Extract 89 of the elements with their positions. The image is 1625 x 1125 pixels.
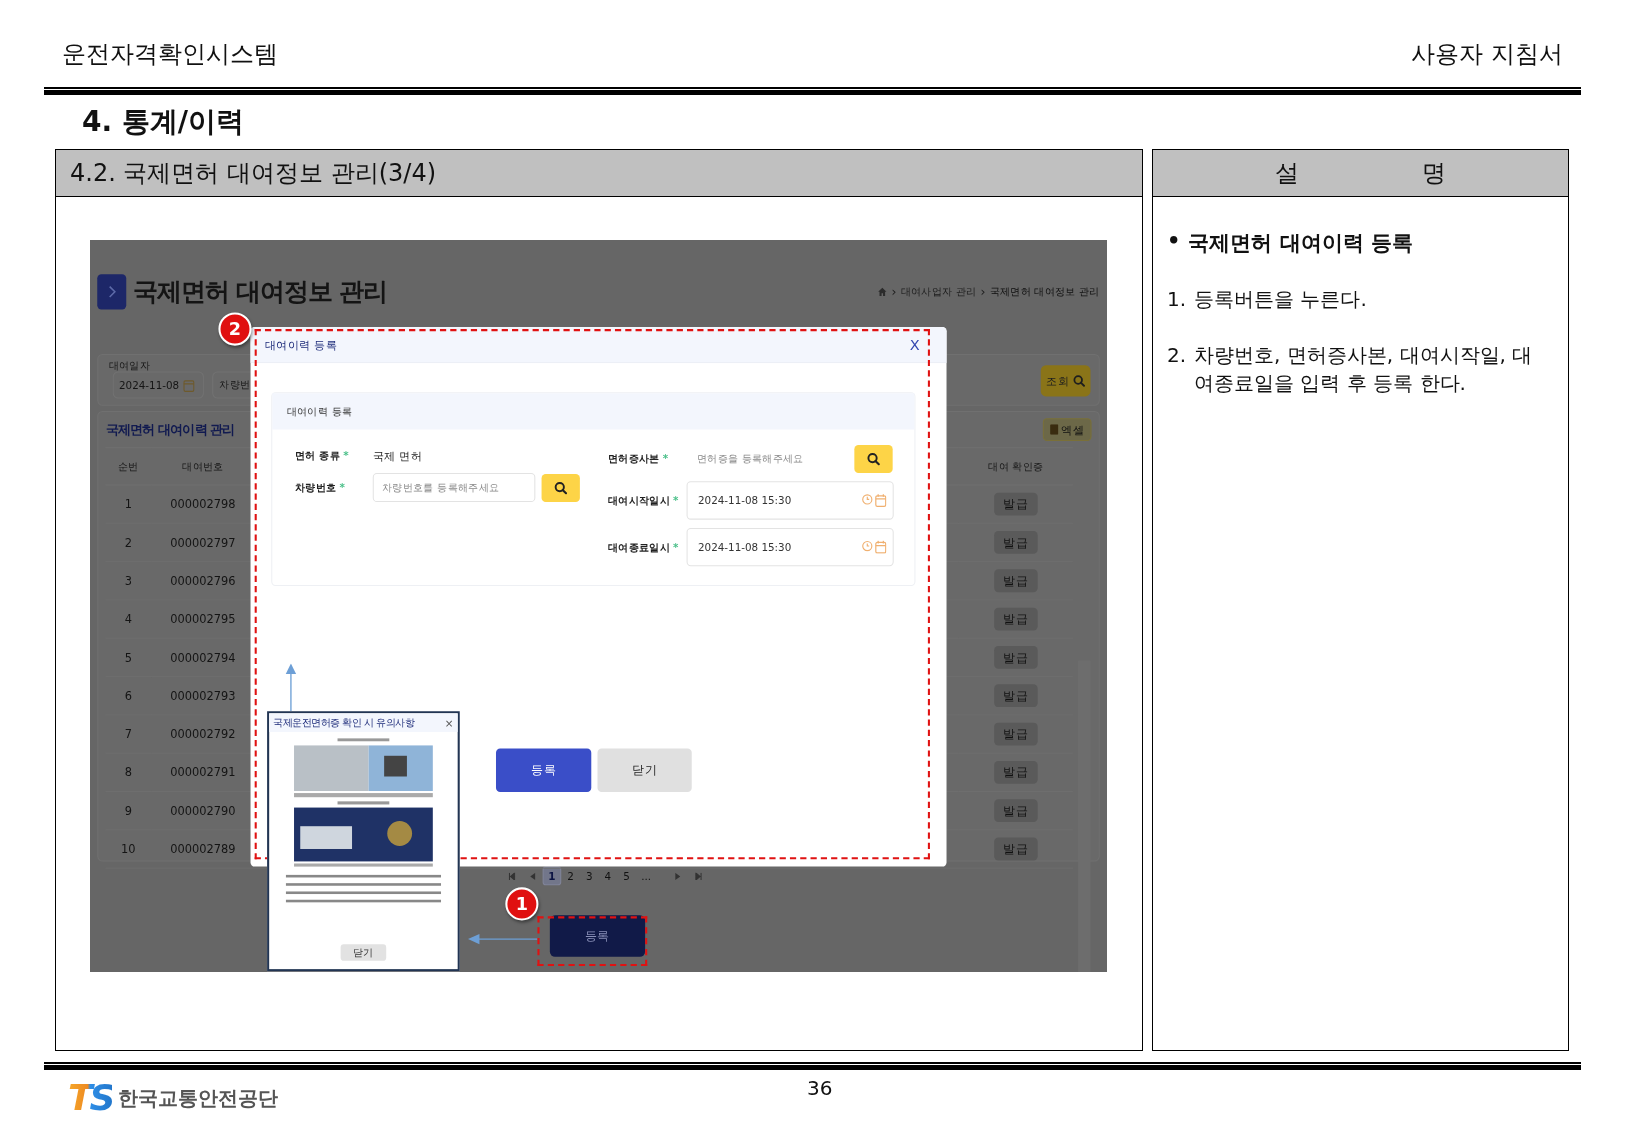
table-cell: 9 — [105, 792, 152, 831]
issue-button[interactable]: 발급 — [994, 569, 1038, 593]
panel-title: 설 — [1274, 158, 1299, 189]
home-icon[interactable] — [876, 286, 888, 297]
search-button[interactable] — [541, 473, 580, 502]
search-icon — [1072, 374, 1085, 388]
register-button[interactable]: 등록 — [496, 748, 592, 793]
system-name: 운전자격확인시스템 — [62, 39, 278, 70]
breadcrumb-item[interactable]: 대여사업자 관리 — [900, 284, 977, 300]
page-button[interactable]: 1 — [542, 866, 562, 886]
table-cell: 5 — [105, 638, 152, 678]
step-badge: 2 — [218, 312, 252, 346]
table-cell: 4 — [105, 600, 152, 639]
table-cell: 6 — [105, 677, 152, 716]
close-button[interactable]: 닫기 — [597, 748, 692, 793]
search-button[interactable] — [854, 444, 893, 473]
step-text: 차량번호, 면허증사본, 대여시작일, 대여종료일을 입력 후 등록 한다. — [1194, 342, 1534, 397]
next-page-icon[interactable] — [674, 872, 680, 880]
field-label: 대여종료일시 * — [607, 539, 680, 555]
close-button[interactable]: X — [909, 336, 920, 353]
bullet: • — [1167, 229, 1181, 253]
search-button[interactable]: 조회 — [1040, 365, 1091, 397]
arrow-up — [284, 663, 298, 712]
file-icon — [1050, 424, 1059, 435]
calendar-icon — [875, 540, 887, 554]
table-cell: 8 — [105, 753, 152, 793]
dialog-title: 대여이력 등록 — [265, 336, 337, 353]
table-title: 국제면허 대여이력 관리 — [105, 420, 235, 439]
issue-button[interactable]: 발급 — [994, 492, 1038, 516]
clock-icon — [861, 540, 873, 552]
table-cell: 3 — [105, 562, 152, 601]
breadcrumb-separator: › — [980, 284, 986, 300]
table-cell: 2 — [105, 523, 152, 563]
close-button[interactable]: 닫기 — [340, 944, 387, 961]
step-text: 등록버튼을 누른다. — [1194, 286, 1367, 313]
page-button[interactable]: 2 — [561, 866, 580, 886]
page-title: 국제면허 대여정보 관리 — [133, 276, 387, 309]
issue-button[interactable]: 발급 — [994, 799, 1038, 823]
description-heading: 국제면허 대여이력 등록 — [1188, 230, 1414, 257]
breadcrumb-separator: › — [891, 284, 897, 300]
first-page-icon[interactable] — [507, 872, 516, 880]
column-header: 대여 확인증 — [958, 447, 1073, 486]
step-number: 2. — [1167, 342, 1187, 369]
step-number: 1. — [1167, 286, 1187, 313]
table-cell: 10 — [105, 830, 152, 869]
section-title: 4. 통계/이력 — [82, 104, 246, 140]
calendar-icon — [183, 378, 195, 392]
issue-button[interactable]: 발급 — [994, 607, 1038, 631]
issue-button[interactable]: 발급 — [994, 760, 1038, 784]
page-button[interactable]: 3 — [579, 866, 599, 886]
last-page-icon[interactable] — [694, 872, 702, 880]
column-header: 순번 — [105, 447, 152, 486]
search-icon — [554, 480, 568, 495]
field-label: 대여시작일시 * — [607, 493, 680, 508]
arrow-left — [468, 932, 538, 946]
field-label: 면허증사본 * — [607, 451, 670, 466]
field-label: 차량번호 * — [295, 480, 346, 495]
dialog-title: 국제운전면허증 확인 시 유의사항 — [273, 715, 415, 730]
page-number: 36 — [807, 1076, 833, 1100]
breadcrumb-item[interactable]: 국제면허 대여정보 관리 — [989, 284, 1100, 300]
page-button[interactable]: 5 — [617, 866, 636, 886]
scrollbar[interactable] — [1078, 660, 1091, 972]
field-label: 면허 종류 * — [295, 448, 350, 463]
field-value: 국제 면허 — [372, 447, 422, 464]
issue-button[interactable]: 발급 — [994, 646, 1038, 669]
panel-title: 명 — [1422, 158, 1447, 189]
field-label: 대여일자 — [108, 359, 151, 374]
register-button[interactable]: 등록 — [549, 915, 646, 957]
table-cell: 7 — [105, 715, 152, 754]
calendar-icon — [875, 493, 887, 508]
excel-button[interactable]: 엑셀 — [1042, 418, 1092, 441]
issue-button[interactable]: 발급 — [994, 837, 1038, 861]
document-title: 사용자 지침서 — [1411, 39, 1563, 70]
panel-title: 4.2. 국제면허 대여정보 관리(3/4) — [70, 158, 437, 189]
issue-button[interactable]: 발급 — [994, 684, 1038, 708]
chevron-icon — [97, 274, 127, 310]
search-icon — [866, 451, 881, 466]
issue-button[interactable]: 발급 — [994, 722, 1038, 746]
input-field[interactable]: 면허증을 등록해주세요 — [686, 451, 855, 466]
page-button[interactable]: 4 — [598, 866, 618, 886]
step-badge: 1 — [505, 887, 539, 921]
table-cell: 1 — [105, 485, 152, 524]
section-title: 대여이력 등록 — [286, 404, 353, 419]
organization-name: 한국교통안전공단 — [118, 1084, 279, 1112]
pagination-ellipsis: ... — [640, 870, 653, 882]
clock-icon — [861, 493, 873, 506]
close-button[interactable]: × — [444, 716, 454, 729]
previous-page-icon[interactable] — [529, 872, 535, 880]
issue-button[interactable]: 발급 — [994, 531, 1038, 554]
